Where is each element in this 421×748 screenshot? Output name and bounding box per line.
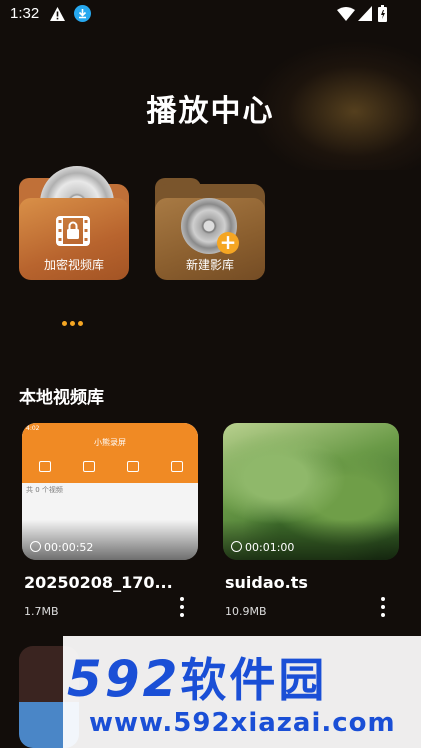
video-thumbnail[interactable]: 00:01:00 <box>223 423 399 560</box>
library-label: 新建影库 <box>185 258 234 272</box>
signal-icon <box>358 6 372 21</box>
locked-film-icon <box>56 216 90 246</box>
more-options-icon[interactable] <box>178 597 186 621</box>
video-size: 1.7MB <box>24 605 59 618</box>
watermark-logo: 592软件园 <box>67 650 328 708</box>
plus-icon: + <box>217 232 239 254</box>
status-bar: 1:32 <box>0 0 421 28</box>
warning-icon <box>50 7 65 21</box>
video-name: 20250208_170... <box>24 573 173 592</box>
page-title: 播放中心 <box>146 94 275 129</box>
more-libraries-indicator[interactable] <box>62 311 86 330</box>
watermark: 592软件园 www.592xiazai.com <box>63 636 421 748</box>
video-item[interactable]: 00:01:00 suidao.ts 10.9MB <box>223 423 399 618</box>
watermark-url: www.592xiazai.com <box>89 708 396 738</box>
clock-icon <box>30 541 41 552</box>
video-name: suidao.ts <box>225 573 308 592</box>
video-size: 10.9MB <box>225 605 267 618</box>
new-library-card[interactable]: + 新建影库 <box>155 168 265 280</box>
video-item[interactable]: 4:02 小熊录屏 共 0 个视频 00:00:52 20250208_170.… <box>22 423 198 618</box>
status-time: 1:32 <box>10 5 40 22</box>
section-title: 本地视频库 <box>19 388 104 408</box>
video-duration: 00:00:52 <box>30 541 93 554</box>
clock-icon <box>231 541 242 552</box>
more-options-icon[interactable] <box>379 597 387 621</box>
encrypted-library-card[interactable]: 加密视频库 <box>19 166 129 280</box>
library-label: 加密视频库 <box>43 258 104 272</box>
video-duration: 00:01:00 <box>231 541 294 554</box>
video-thumbnail[interactable]: 4:02 小熊录屏 共 0 个视频 00:00:52 <box>22 423 198 560</box>
battery-icon <box>378 5 387 22</box>
download-icon <box>74 5 91 22</box>
wifi-icon <box>337 7 355 21</box>
